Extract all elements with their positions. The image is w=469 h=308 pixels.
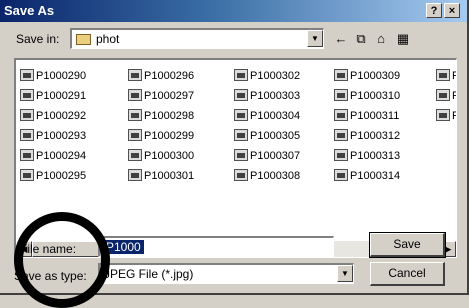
image-file-icon [20,129,34,142]
list-item[interactable]: P1000308 [234,169,300,186]
list-item[interactable]: P1000290 [20,69,86,86]
new-folder-icon[interactable]: ⌂ [372,31,390,47]
window-title: Save As [4,3,55,18]
image-file-icon [128,169,142,182]
image-file-icon [20,69,34,82]
list-item[interactable]: P1000314 [334,169,400,186]
image-file-icon [20,149,34,162]
chevron-down-icon[interactable]: ▼ [337,265,353,282]
close-button[interactable]: × [444,3,460,18]
list-item[interactable]: P1000297 [128,89,194,106]
image-file-icon [20,89,34,102]
image-file-icon [436,89,450,102]
image-file-icon [128,149,142,162]
image-file-icon [234,129,248,142]
save-as-type-label: Save as type: [14,269,87,283]
list-item[interactable]: P1000313 [334,149,400,166]
chevron-down-icon[interactable]: ▼ [307,30,323,47]
save-as-type-dropdown[interactable]: JPEG File (*.jpg) ▼ [98,263,354,284]
file-name-input[interactable]: P1000 [98,236,334,257]
list-item[interactable]: P1000293 [20,129,86,146]
list-item[interactable]: P1000312 [334,129,400,146]
image-file-icon [234,169,248,182]
image-file-icon [436,109,450,122]
image-file-icon [128,69,142,82]
image-file-icon [234,149,248,162]
image-file-icon [334,149,348,162]
list-item[interactable]: P1000310 [334,89,400,106]
image-file-icon [334,109,348,122]
image-file-icon [334,69,348,82]
list-item[interactable]: P1000294 [20,149,86,166]
list-item[interactable]: P1000299 [128,129,194,146]
list-item[interactable]: P1000300 [128,149,194,166]
save-as-dialog: Save As ? × Save in: phot ▼ ← ⧉ ⌂ ▦ P100… [0,0,469,308]
image-file-icon [334,89,348,102]
image-file-icon [128,89,142,102]
up-folder-icon[interactable]: ⧉ [352,31,370,47]
image-file-icon [234,69,248,82]
image-file-icon [234,89,248,102]
list-item[interactable]: P1000303 [234,89,300,106]
file-name-label: File name: [20,242,77,256]
list-item[interactable]: P [436,69,456,86]
list-item[interactable]: P1000305 [234,129,300,146]
title-bar[interactable]: Save As ? × [0,0,467,22]
image-file-icon [20,109,34,122]
list-item[interactable]: P1000301 [128,169,194,186]
list-item[interactable]: P [436,109,456,126]
file-list[interactable]: P1000290 P1000291 P1000292 P1000293 P100… [14,58,457,258]
image-file-icon [436,69,450,82]
save-as-type-value: JPEG File (*.jpg) [104,267,194,281]
image-file-icon [128,129,142,142]
list-item[interactable]: P1000304 [234,109,300,126]
back-icon[interactable]: ← [332,31,350,47]
image-file-icon [128,109,142,122]
save-in-value: phot [96,32,120,46]
save-button[interactable]: Save [369,232,446,258]
file-name-value: P1000 [103,240,144,254]
help-button[interactable]: ? [426,3,442,18]
list-item[interactable]: P1000298 [128,109,194,126]
list-item[interactable]: P1000295 [20,169,86,186]
save-in-label: Save in: [16,32,60,46]
image-file-icon [334,169,348,182]
list-item[interactable]: P1000309 [334,69,400,86]
list-item[interactable]: P1000291 [20,89,86,106]
save-in-dropdown[interactable]: phot ▼ [70,28,324,49]
list-item[interactable]: P1000302 [234,69,300,86]
image-file-icon [234,109,248,122]
list-item[interactable]: P [436,89,456,106]
image-file-icon [334,129,348,142]
list-item[interactable]: P1000292 [20,109,86,126]
list-item[interactable]: P1000311 [334,109,399,126]
list-item[interactable]: P1000307 [234,149,300,166]
list-item[interactable]: P1000296 [128,69,194,86]
folder-icon [76,34,91,45]
image-file-icon [20,169,34,182]
cancel-button[interactable]: Cancel [370,262,445,286]
views-menu-icon[interactable]: ▦ [394,31,412,47]
